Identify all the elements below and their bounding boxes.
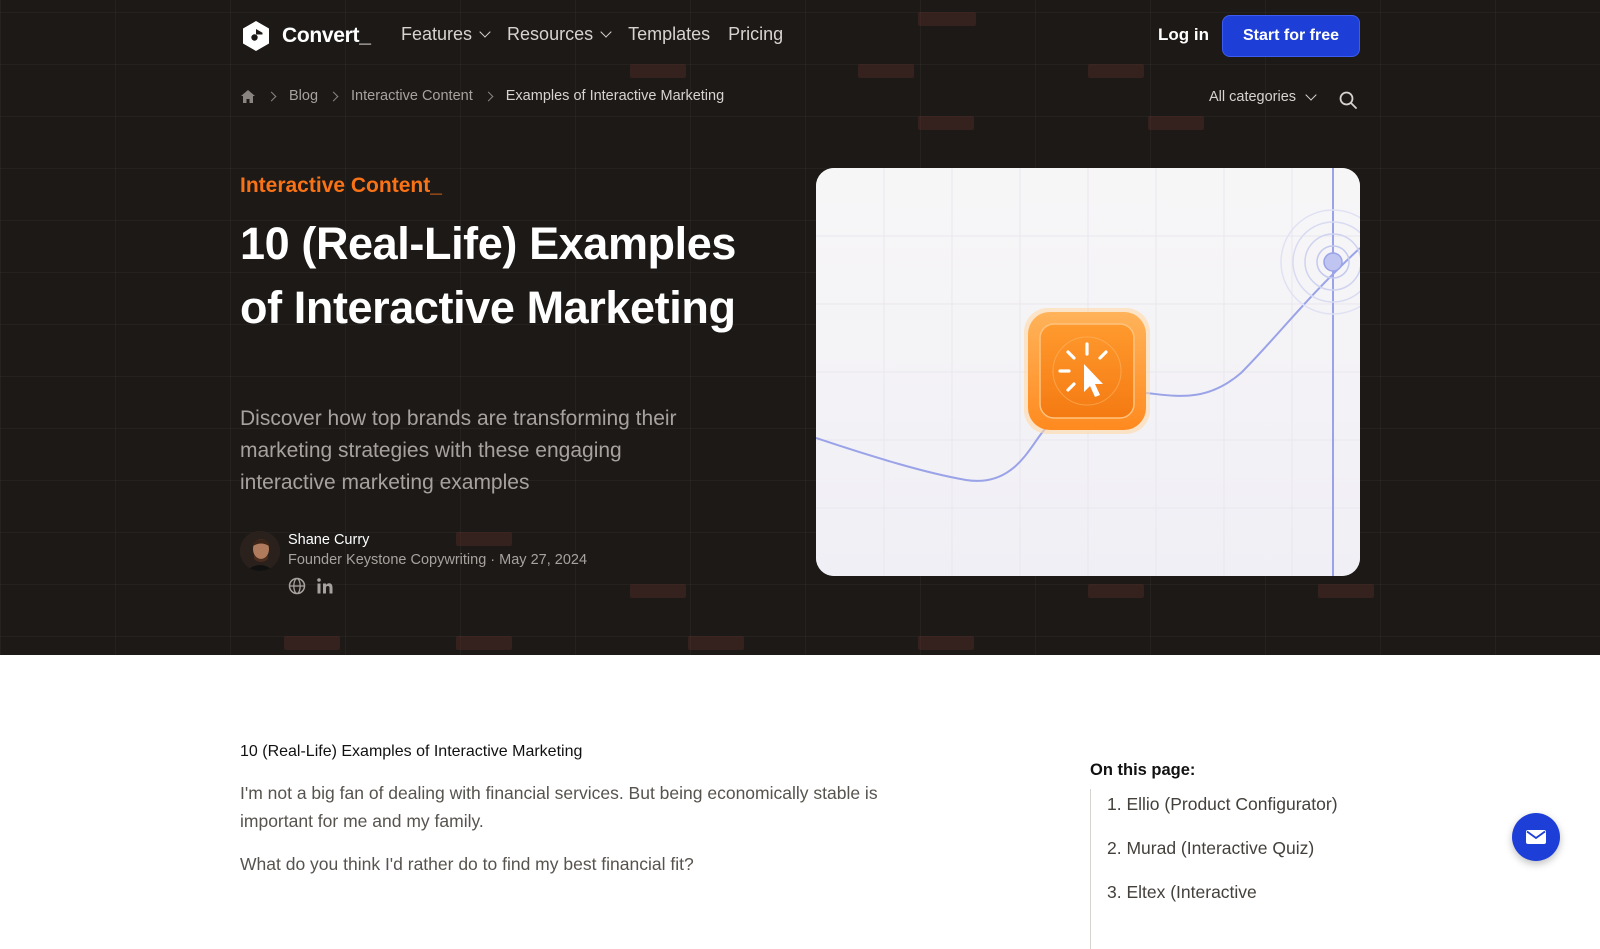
- nav-link-label: Templates: [628, 24, 711, 44]
- nav-link-label: Features: [401, 24, 473, 44]
- hero-decoration: [456, 636, 512, 650]
- chevron-right-icon: [266, 91, 277, 101]
- nav-link-label: Pricing: [728, 24, 784, 44]
- chevron-down-icon: [1305, 88, 1317, 101]
- hero-decoration: [1148, 116, 1204, 130]
- logo-icon: [243, 21, 269, 51]
- category-kicker[interactable]: Interactive Content_: [240, 174, 442, 198]
- linkedin-icon[interactable]: [316, 577, 334, 595]
- nav-link-features[interactable]: Features: [401, 24, 491, 45]
- chevron-right-icon: [328, 91, 339, 101]
- table-of-contents: On this page: 1. Ellio (Product Configur…: [1090, 761, 1370, 949]
- hero-decoration: [858, 64, 914, 78]
- chevron-right-icon: [483, 91, 494, 101]
- breadcrumb: Blog Interactive Content Examples of Int…: [240, 88, 724, 104]
- nav-link-label: Resources: [507, 24, 594, 44]
- click-button-graphic: [1024, 308, 1150, 434]
- hero-decoration: [630, 64, 686, 78]
- globe-icon[interactable]: [288, 577, 306, 595]
- hero-illustration-graphic: [816, 168, 1360, 576]
- toc-title: On this page:: [1090, 761, 1196, 779]
- page-subtitle: Discover how top brands are transforming…: [240, 407, 677, 494]
- top-nav: Convert_ Features Resources Templates Pr…: [240, 15, 1360, 58]
- article-paragraph: What do you think I'd rather do to find …: [240, 854, 694, 874]
- hero-illustration: [816, 168, 1360, 576]
- hero-decoration: [918, 636, 974, 650]
- nav-link-templates[interactable]: Templates: [628, 24, 710, 45]
- toc-item[interactable]: 1. Ellio (Product Configurator): [1107, 793, 1370, 815]
- avatar: [240, 531, 280, 571]
- author-social-links: [288, 577, 334, 595]
- hero-decoration: [456, 532, 512, 546]
- login-link[interactable]: Log in: [1158, 25, 1209, 45]
- hero-decoration: [630, 584, 686, 598]
- start-for-free-button[interactable]: Start for free: [1222, 15, 1360, 57]
- chevron-down-icon: [600, 26, 612, 38]
- category-filter-dropdown[interactable]: All categories: [1209, 88, 1317, 105]
- article-heading: 10 (Real-Life) Examples of Interactive M…: [240, 743, 583, 760]
- logo[interactable]: Convert_: [240, 20, 371, 52]
- article-body: 10 (Real-Life) Examples of Interactive M…: [240, 743, 940, 893]
- hero-decoration: [918, 116, 974, 130]
- article-paragraph: I'm not a big fan of dealing with financ…: [240, 783, 878, 831]
- hero-section: Convert_ Features Resources Templates Pr…: [0, 0, 1600, 655]
- search-icon[interactable]: [1338, 90, 1358, 110]
- nav-links: Features Resources Templates Pricing: [401, 24, 783, 45]
- contact-button[interactable]: [1512, 813, 1560, 861]
- breadcrumb-current: Examples of Interactive Marketing: [505, 88, 725, 104]
- hero-decoration: [688, 636, 744, 650]
- chevron-down-icon: [479, 26, 491, 38]
- nav-link-resources[interactable]: Resources: [507, 24, 612, 45]
- author-name[interactable]: Shane Curry: [288, 532, 369, 548]
- hero-decoration: [1088, 64, 1144, 78]
- toc-list: 1. Ellio (Product Configurator) 2. Murad…: [1090, 789, 1370, 949]
- mail-icon: [1526, 830, 1546, 844]
- breadcrumb-interactive-content[interactable]: Interactive Content: [351, 88, 473, 104]
- author-meta: Founder Keystone Copywriting · May 27, 2…: [288, 552, 588, 568]
- hero-decoration: [1318, 584, 1374, 598]
- toc-item[interactable]: 2. Murad (Interactive Quiz): [1107, 837, 1370, 859]
- page-title: 10 (Real-Life) Examples of Interactive M…: [240, 218, 736, 333]
- category-filter-label: All categories: [1209, 89, 1297, 105]
- nav-link-pricing[interactable]: Pricing: [728, 24, 783, 45]
- hero-decoration: [1088, 584, 1144, 598]
- hero-decoration: [284, 636, 340, 650]
- logo-text: Convert_: [282, 24, 371, 47]
- breadcrumb-blog[interactable]: Blog: [289, 88, 318, 104]
- home-icon[interactable]: [240, 89, 256, 104]
